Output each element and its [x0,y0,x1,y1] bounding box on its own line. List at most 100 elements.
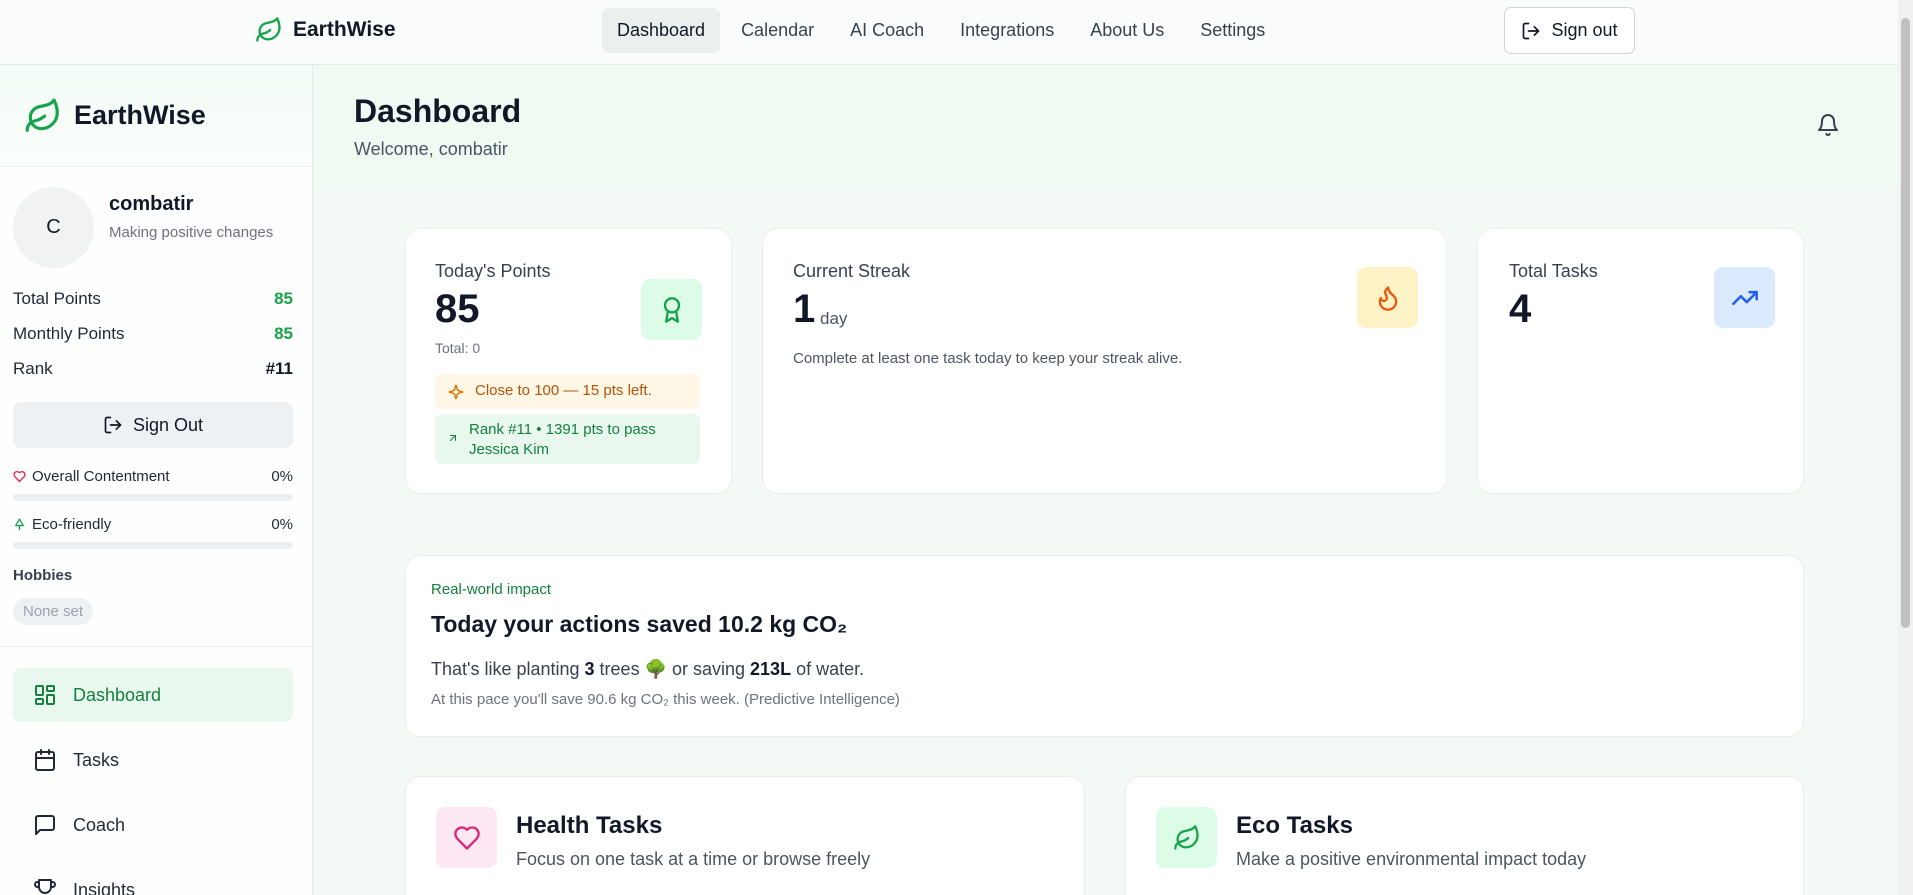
nav-link-settings[interactable]: Settings [1185,8,1280,53]
meter-label: Eco-friendly [32,516,112,533]
total-tasks-value: 4 [1509,287,1532,331]
sidebar: EarthWise C combatir Making positive cha… [0,65,313,895]
leaf-icon [256,17,281,42]
streak-hint: Complete at least one task today to keep… [793,350,1183,367]
scrollbar-thumb[interactable] [1901,18,1910,628]
sidebar-item-dashboard[interactable]: Dashboard [13,668,293,722]
rank-note: Rank #11 • 1391 pts to pass Jessica Kim [435,414,700,464]
leaf-icon [25,98,59,132]
meter-bar [13,494,293,501]
impact-equivalence: That's like planting 3 trees 🌳 or saving… [431,659,864,680]
sidebar-item-coach[interactable]: Coach [13,798,293,852]
impact-water: 213L [750,659,792,679]
dashboard-icon [35,685,55,705]
health-tasks-title: Health Tasks [516,812,663,839]
sidebar-item-label: Coach [73,814,126,835]
card-title: Total Tasks [1509,261,1598,281]
user-tagline: Making positive changes [109,224,274,241]
avatar: C [13,187,94,268]
nav-link-dashboard[interactable]: Dashboard [602,8,721,53]
meter-eco-friendly: Eco-friendly 0% [13,516,293,549]
page-title: Dashboard [354,93,522,129]
tree-icon [15,518,24,531]
rank-note-text: Rank #11 • 1391 pts to pass Jessica Kim [469,421,656,458]
trending-tile [1714,267,1775,328]
sidebar-item-label: Tasks [73,749,120,770]
sidebar-sign-out-label: Sign Out [132,414,204,435]
calendar-icon [35,749,55,771]
nav-link-calendar[interactable]: Calendar [726,8,829,53]
sidebar-nav: Dashboard Tasks Coach Insights [13,668,293,895]
total-tasks-card: Total Tasks 4 [1477,228,1804,494]
impact-prefix: That's like planting [431,659,585,679]
arrow-up-right-icon [450,435,456,441]
page-header: Dashboard Welcome, combatir [314,65,1898,187]
health-tasks-subtitle: Focus on one task at a time or browse fr… [516,849,871,869]
impact-title: Today your actions saved 10.2 kg CO₂ [431,611,848,637]
sidebar-divider [0,646,313,647]
card-title: Today's Points [435,261,551,281]
meter-value: 0% [271,516,293,533]
impact-mid: trees 🌳 or saving [594,659,751,679]
eco-tasks-title: Eco Tasks [1236,812,1353,839]
log-out-icon [104,416,122,434]
stat-label: Rank [13,359,53,378]
impact-trees: 3 [584,659,595,679]
stat-value: 85 [274,324,293,343]
welcome-text: Welcome, combatir [354,139,508,159]
user-profile: C combatir Making positive changes [13,187,273,268]
heart-icon [13,470,26,483]
streak-card: Current Streak 1 day Complete at least o… [762,228,1447,494]
username: combatir [109,193,194,215]
top-nav-links: Dashboard Calendar AI Coach Integrations… [602,8,1280,53]
stat-label: Total Points [13,289,101,308]
sign-out-button[interactable]: Sign out [1504,7,1635,54]
brand-logo[interactable]: EarthWise [255,16,396,44]
nav-link-about-us[interactable]: About Us [1075,8,1179,53]
health-tile [436,807,497,868]
stat-label: Monthly Points [13,324,125,343]
stat-value: #11 [265,359,293,378]
trophy-icon [34,879,56,894]
sidebar-item-tasks[interactable]: Tasks [13,733,293,787]
sidebar-brand[interactable]: EarthWise [0,65,312,167]
impact-prediction: At this pace you'll save 90.6 kg CO₂ thi… [431,691,900,708]
stat-total-points: Total Points 85 [13,289,293,309]
sidebar-sign-out-button[interactable]: Sign Out [13,402,293,448]
meter-contentment: Overall Contentment 0% [13,468,293,501]
milestone-note: Close to 100 — 15 pts left. [435,374,700,409]
health-tasks-card: Health Tasks Focus on one task at a time… [405,776,1085,895]
sign-out-label: Sign out [1551,20,1618,40]
stat-value: 85 [274,289,293,308]
eco-tasks-card: Eco Tasks Make a positive environmental … [1125,776,1804,895]
sidebar-brand-name: EarthWise [74,100,206,130]
brand-name: EarthWise [293,18,396,41]
hobby-chip: None set [13,598,94,625]
eco-tasks-subtitle: Make a positive environmental impact tod… [1236,849,1587,869]
award-tile [641,279,702,340]
streak-unit: day [820,309,848,328]
bell-icon[interactable] [1816,113,1840,137]
stat-rank: Rank #11 [13,359,293,379]
heart-icon [453,825,480,850]
nav-link-integrations[interactable]: Integrations [945,8,1069,53]
card-title: Current Streak [793,261,911,281]
eco-tile [1156,807,1217,868]
log-out-icon [1523,22,1540,39]
points-value: 85 [435,287,480,331]
streak-value: 1 [793,287,816,331]
milestone-text: Close to 100 — 15 pts left. [475,382,652,399]
impact-kicker: Real-world impact [431,581,552,598]
sidebar-item-label: Insights [73,879,136,895]
impact-card: Real-world impact Today your actions sav… [405,555,1804,737]
nav-link-ai-coach[interactable]: AI Coach [835,8,939,53]
sidebar-item-insights[interactable]: Insights [13,863,293,895]
meter-bar [13,542,293,549]
award-icon [663,296,680,323]
meter-label: Overall Contentment [32,468,170,485]
leaf-icon [1173,824,1199,850]
points-card: Today's Points 85 Total: 0 Close to 100 … [405,228,732,494]
sparkles-icon [448,384,464,400]
flame-tile [1357,267,1418,328]
impact-suffix: of water. [791,659,865,679]
